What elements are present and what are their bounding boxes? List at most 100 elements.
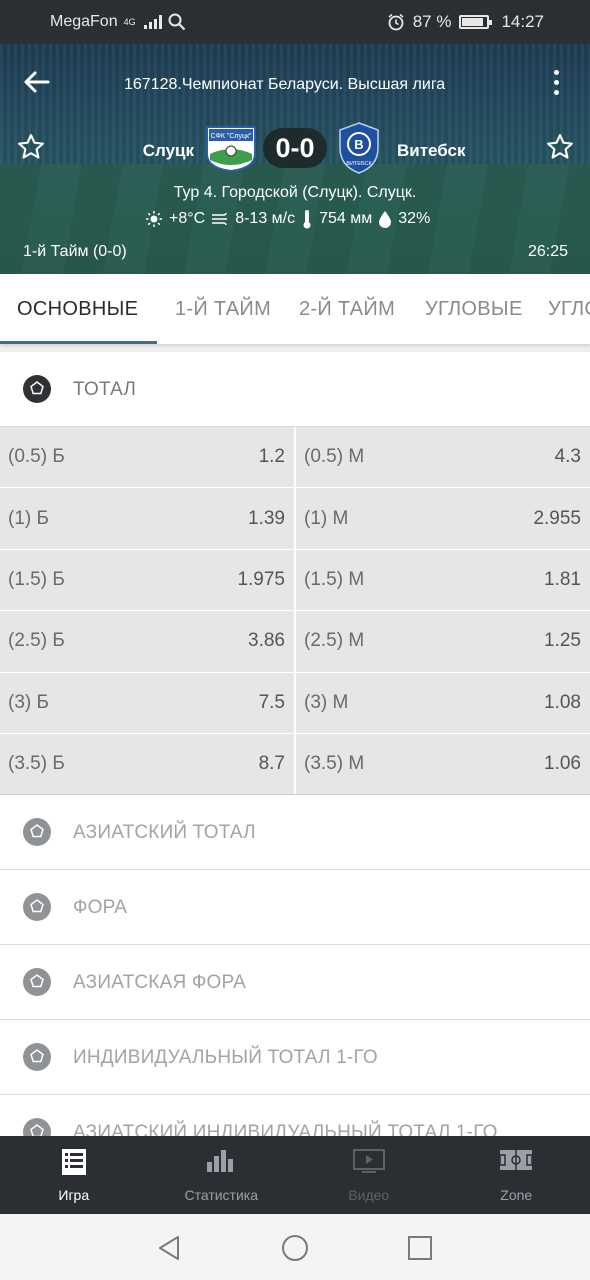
more-menu-icon[interactable]: [550, 70, 562, 95]
odds-value: 1.08: [544, 691, 581, 713]
network-type: 4G: [123, 16, 136, 27]
wind-speed: 8-13 м/с: [235, 210, 296, 227]
section-title: ФОРА: [73, 897, 128, 919]
section-header[interactable]: АЗИАТСКАЯ ФОРА: [0, 945, 590, 1021]
odds-value: 1.975: [237, 568, 285, 590]
video-icon: [352, 1149, 385, 1173]
favorite-home-star-icon[interactable]: [16, 132, 46, 162]
odds-value: 8.7: [258, 753, 285, 775]
humidity: 32%: [398, 210, 431, 227]
nav-game[interactable]: Игра: [0, 1136, 148, 1214]
home-team-logo: СФК "Слуцк": [206, 126, 256, 172]
weather-info: +8°C 8-13 м/с 754 мм 32%: [145, 209, 430, 229]
odds-under-cell[interactable]: (1) М 2.955: [294, 488, 590, 549]
tab-second-half[interactable]: 2-Й ТАЙМ: [299, 298, 395, 321]
odds-label: (1) Б: [8, 507, 49, 529]
system-home-icon[interactable]: [281, 1234, 309, 1262]
odds-row: (3) Б 7.5 (3) М 1.08: [0, 672, 590, 734]
battery-icon: [459, 15, 493, 29]
game-list-icon: [61, 1149, 86, 1175]
odds-label: (3.5) Б: [8, 753, 65, 775]
odds-value: 2.955: [533, 507, 581, 529]
bottom-navigation: Игра Статистика Видео Zone: [0, 1136, 590, 1214]
svg-text:ВИТЕБСК: ВИТЕБСК: [346, 161, 372, 167]
section-header[interactable]: ФОРА: [0, 870, 590, 946]
league-title: 167128.Чемпионат Беларуси. Высшая лига: [124, 76, 446, 93]
section-header[interactable]: АЗИАТСКИЙ ИНДИВИДУАЛЬНЫЙ ТОТАЛ 1-ГО: [0, 1095, 590, 1136]
away-team-logo: В ВИТЕБСК: [339, 122, 379, 174]
odds-over-cell[interactable]: (1) Б 1.39: [0, 488, 294, 548]
odds-over-cell[interactable]: (3) Б 7.5: [0, 673, 294, 733]
odds-value: 7.5: [258, 691, 285, 713]
odds-value: 1.39: [248, 507, 285, 529]
soccer-ball-icon: [23, 1043, 51, 1072]
nav-statistics[interactable]: Статистика: [148, 1136, 296, 1214]
bar-chart-icon: [207, 1150, 234, 1172]
signal-icon: [143, 15, 162, 29]
odds-label: (2.5) М: [304, 630, 365, 652]
wind-icon: [212, 212, 228, 226]
odds-over-cell[interactable]: (2.5) Б 3.86: [0, 611, 294, 671]
odds-under-cell[interactable]: (3) М 1.08: [294, 672, 590, 733]
odds-under-cell[interactable]: (2.5) М 1.25: [294, 611, 590, 672]
total-odds-grid: (0.5) Б 1.2 (0.5) М 4.3 (1) Б 1.39 (1) М 2.955(…: [0, 427, 590, 796]
match-header: 167128.Чемпионат Беларуси. Высшая лига С…: [0, 44, 590, 274]
away-team-name: Витебск: [397, 141, 466, 160]
nav-game-label: Игра: [58, 1187, 90, 1203]
tab-main[interactable]: ОСНОВНЫЕ: [17, 298, 138, 321]
odds-value: 1.81: [544, 568, 581, 590]
home-team-name: Слуцк: [142, 141, 194, 160]
section-title: ТОТАЛ: [73, 379, 137, 400]
tab-corners-extra[interactable]: УГЛО: [548, 298, 590, 321]
favorite-away-star-icon[interactable]: [545, 132, 575, 162]
sun-icon: [146, 211, 162, 227]
odds-over-cell[interactable]: (0.5) Б 1.2: [0, 427, 294, 487]
tab-corners[interactable]: УГЛОВЫЕ: [425, 298, 523, 321]
nav-zone[interactable]: Zone: [443, 1136, 590, 1214]
soccer-ball-icon: [23, 968, 51, 997]
odds-under-cell[interactable]: (3.5) М 1.06: [294, 733, 590, 795]
tab-first-half[interactable]: 1-Й ТАЙМ: [175, 298, 271, 321]
system-navigation-bar: [0, 1214, 590, 1280]
svg-text:В: В: [354, 137, 363, 152]
section-title: ИНДИВИДУАЛЬНЫЙ ТОТАЛ 1-ГО: [73, 1047, 378, 1069]
back-arrow-icon[interactable]: [22, 70, 50, 94]
soccer-ball-icon: [23, 1118, 51, 1136]
odds-row: (1.5) Б 1.975 (1.5) М 1.81: [0, 549, 590, 612]
clock: 14:27: [501, 12, 544, 31]
section-title: АЗИАТСКАЯ ФОРА: [73, 972, 246, 994]
venue-info: Тур 4. Городской (Слуцк). Слуцк.: [173, 184, 417, 201]
odds-row: (3.5) Б 8.7 (3.5) М 1.06: [0, 733, 590, 796]
system-recents-icon[interactable]: [407, 1234, 433, 1262]
odds-label: (2.5) Б: [8, 630, 65, 652]
section-header[interactable]: АЗИАТСКИЙ ТОТАЛ: [0, 795, 590, 871]
active-tab-indicator: [0, 341, 157, 344]
nav-zone-label: Zone: [500, 1187, 533, 1203]
odds-row: (2.5) Б 3.86 (2.5) М 1.25: [0, 611, 590, 673]
alarm-icon: [388, 13, 404, 31]
status-bar: MegaFon 4G 87 % 14:27: [0, 0, 590, 44]
markets-list[interactable]: ТОТАЛ (0.5) Б 1.2 (0.5) М 4.3 (1) Б 1.39 (1) М…: [0, 344, 590, 1136]
section-title: АЗИАТСКИЙ ИНДИВИДУАЛЬНЫЙ ТОТАЛ 1-ГО: [73, 1122, 498, 1136]
collapsed-sections: АЗИАТСКИЙ ТОТАЛ ФОРА АЗИАТСКАЯ ФОРА ИНДИВИД…: [0, 795, 590, 1136]
nav-video[interactable]: Видео: [295, 1136, 443, 1214]
battery-percent: 87 %: [412, 12, 452, 31]
odds-over-cell[interactable]: (1.5) Б 1.975: [0, 550, 294, 610]
odds-over-cell[interactable]: (3.5) Б 8.7: [0, 734, 294, 794]
odds-under-cell[interactable]: (1.5) М 1.81: [294, 549, 590, 611]
market-tabs: ОСНОВНЫЕ 1-Й ТАЙМ 2-Й ТАЙМ УГЛОВЫЕ УГЛО: [0, 274, 590, 344]
system-back-icon[interactable]: [156, 1234, 182, 1262]
section-header[interactable]: ИНДИВИДУАЛЬНЫЙ ТОТАЛ 1-ГО: [0, 1020, 590, 1096]
section-title: АЗИАТСКИЙ ТОТАЛ: [73, 822, 256, 844]
odds-label: (1.5) М: [304, 568, 365, 590]
odds-row: (1) Б 1.39 (1) М 2.955: [0, 488, 590, 550]
carrier-name: MegaFon: [50, 13, 118, 30]
odds-label: (1) М: [304, 507, 349, 529]
section-total-header[interactable]: ТОТАЛ: [0, 352, 590, 427]
nav-statistics-label: Статистика: [184, 1187, 259, 1203]
odds-label: (1.5) Б: [8, 568, 65, 590]
field-zone-icon: [499, 1150, 533, 1170]
soccer-ball-icon: [23, 818, 51, 847]
odds-under-cell[interactable]: (0.5) М 4.3: [294, 427, 590, 488]
odds-value: 1.2: [258, 446, 285, 468]
